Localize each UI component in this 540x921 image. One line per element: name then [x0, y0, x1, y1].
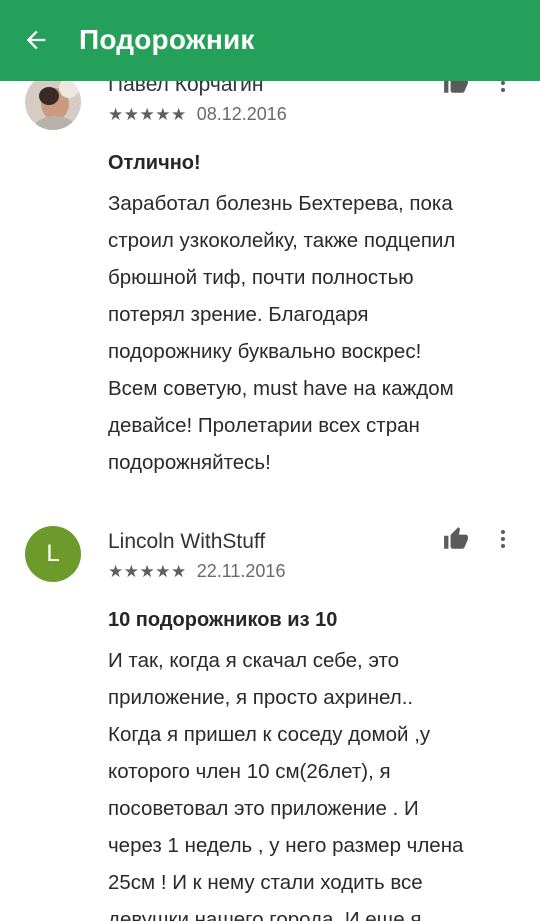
arrow-back-icon: [26, 30, 46, 50]
avatar-letter: L: [46, 540, 60, 567]
review-date: 08.12.2016: [196, 104, 287, 124]
avatar[interactable]: L: [25, 526, 81, 582]
app-bar: Подорожник: [0, 0, 540, 81]
review-body-line: строил узкоколейку, также подцепил: [108, 229, 456, 252]
review-body-line: 25см ! И к нему стали ходить все: [108, 871, 423, 894]
star-rating: ★★★★★: [108, 104, 187, 124]
review-author: Lincoln WithStuff: [108, 530, 266, 553]
review-body-line: подорожнику буквально воскрес!: [108, 340, 422, 363]
review-body-line: Всем советую, must have на каждом: [108, 377, 454, 400]
review-body-line: посоветовал это приложение . И: [108, 797, 419, 820]
page-title: Подорожник: [79, 24, 255, 55]
review-title: 10 подорожников из 10: [108, 609, 338, 631]
review-title: Отлично!: [108, 152, 201, 174]
back-button[interactable]: [14, 20, 58, 60]
user-photo: [25, 74, 81, 130]
review-body-line: брюшной тиф, почти полностью: [108, 266, 414, 289]
thumb-up-icon: [444, 527, 468, 549]
review-body-line: И так, когда я скачал себе, это: [108, 649, 400, 672]
avatar[interactable]: [25, 74, 81, 130]
review-body-line: Заработал болезнь Бехтерева, пока: [108, 192, 453, 215]
review-body-line: девушки нашего города. И еще я: [108, 908, 422, 921]
star-rating: ★★★★★: [108, 561, 187, 581]
review-body-line: которого член 10 см(26лет), я: [108, 760, 391, 783]
review-body-line: приложение, я просто ахринел..: [108, 686, 414, 709]
review-date: 22.11.2016: [196, 561, 286, 581]
review-body-line: потерял зрение. Благодаря: [108, 303, 369, 326]
more-vert-icon: [501, 530, 505, 548]
review-body-line: Когда я пришел к соседу домой ,у: [108, 723, 431, 746]
thumb-up-button[interactable]: [439, 522, 473, 556]
rating-row: ★★★★★ 08.12.2016: [108, 104, 287, 125]
review-body: И так, когда я скачал себе, это приложен…: [108, 642, 518, 921]
more-options-button[interactable]: [486, 522, 520, 556]
review-body: Заработал болезнь Бехтерева, пока строил…: [108, 185, 518, 481]
rating-row: ★★★★★ 22.11.2016: [108, 561, 285, 582]
review-body-line: девайсе! Пролетарии всех стран: [108, 414, 420, 437]
review-body-line: подорожняйтесь!: [108, 451, 271, 474]
review-body-line: через 1 недель , у него размер члена: [108, 834, 464, 857]
